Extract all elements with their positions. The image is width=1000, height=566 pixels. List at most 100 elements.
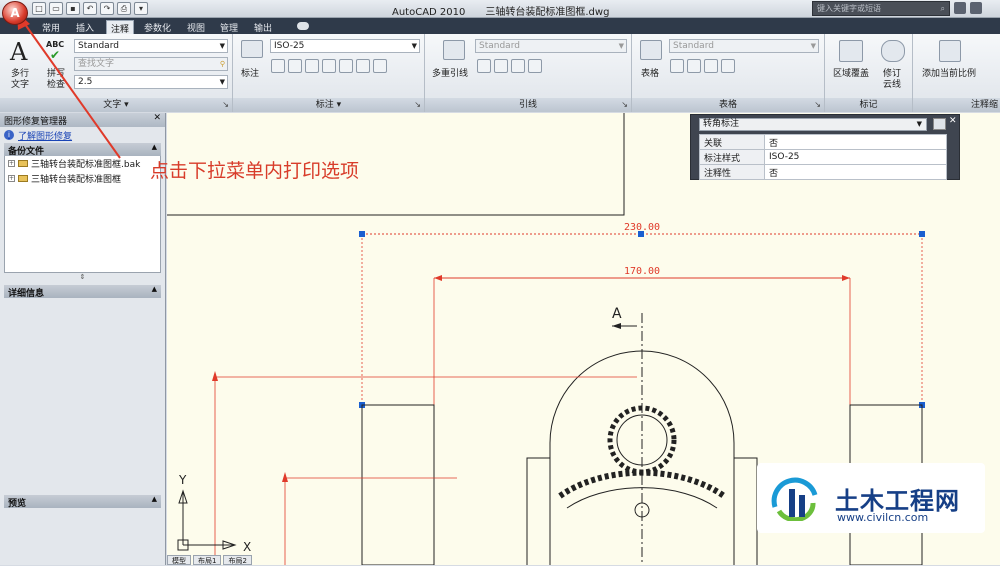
markup-panel-title[interactable]: 标记: [825, 98, 912, 112]
learn-recovery-link[interactable]: i 了解图形修复: [0, 127, 165, 143]
folder-icon: [18, 175, 28, 182]
civilcn-logo-icon: [771, 477, 818, 521]
revcloud-label-2[interactable]: 云线: [883, 77, 901, 90]
text-panel-title[interactable]: 文字 ▾ ↘: [0, 98, 232, 112]
table-panel-title[interactable]: 表格 ↘: [632, 98, 824, 112]
tab-model[interactable]: 模型: [167, 555, 191, 565]
multileader-icon[interactable]: [443, 40, 465, 60]
select-objects-icon[interactable]: [933, 118, 946, 130]
table-tools: [670, 59, 735, 73]
link-data-icon[interactable]: [670, 59, 684, 73]
revcloud-icon[interactable]: [881, 40, 905, 62]
prop-value[interactable]: 否: [764, 164, 947, 180]
section-arrow-head: [612, 323, 621, 329]
wipeout-label[interactable]: 区域覆盖: [833, 66, 869, 79]
grip: [359, 231, 365, 237]
grip: [919, 231, 925, 237]
backup-files-header[interactable]: 备份文件 ▲: [4, 143, 161, 157]
close-icon[interactable]: ✕: [949, 116, 957, 126]
tab-home[interactable]: 常用: [38, 20, 64, 34]
leader-tools: [477, 59, 542, 73]
tab-layout2[interactable]: 布局2: [223, 555, 252, 565]
splitter-handle[interactable]: ⇕: [0, 273, 165, 285]
save-icon[interactable]: ▪: [66, 2, 80, 15]
tab-parametric[interactable]: 参数化: [140, 20, 175, 34]
markup-panel: 区域覆盖 修订 云线 标记: [825, 34, 913, 112]
table-row[interactable]: 关联否: [699, 134, 947, 150]
plot-icon[interactable]: ⎙: [117, 2, 131, 15]
search-input[interactable]: 键入关键字或短语 ⌕: [812, 1, 950, 16]
dimension-panel-title[interactable]: 标注 ▾ ↘: [233, 98, 424, 112]
spell-check-label-2[interactable]: 检查: [47, 77, 65, 90]
continue-dim-icon[interactable]: [288, 59, 302, 73]
annotation-scaling-panel: 添加当前比例 注释缩: [913, 34, 1000, 112]
inspect-icon[interactable]: [339, 59, 353, 73]
table-style-select[interactable]: Standard ▼: [669, 39, 819, 53]
jogged-line-icon[interactable]: [356, 59, 370, 73]
prop-value[interactable]: ISO-25: [764, 149, 947, 165]
dim-break-icon[interactable]: [322, 59, 336, 73]
details-header[interactable]: 详细信息 ▲: [4, 285, 161, 299]
undo-icon[interactable]: ↶: [83, 2, 97, 15]
prop-value[interactable]: 否: [764, 134, 947, 150]
dim-space-icon[interactable]: [305, 59, 319, 73]
table-label[interactable]: 表格: [641, 66, 659, 79]
quick-dim-icon[interactable]: [271, 59, 285, 73]
text-height-select[interactable]: 2.5 ▼: [74, 75, 228, 89]
tab-view[interactable]: 视图: [183, 20, 209, 34]
quick-properties-palette: 转角标注 ▼ ✕ 关联否 标注样式 ISO-25 注释性否: [690, 114, 960, 180]
prop-key: 注释性: [699, 164, 765, 180]
table-row[interactable]: 注释性否: [699, 164, 947, 180]
prop-key: 关联: [699, 134, 765, 150]
mleader-style-select[interactable]: Standard ▼: [475, 39, 627, 53]
tab-annotate[interactable]: 注释: [106, 20, 135, 35]
extract-data-icon[interactable]: [687, 59, 701, 73]
info-icon: i: [4, 130, 14, 140]
dimension-icon[interactable]: [241, 40, 263, 58]
qat-dropdown-icon[interactable]: ▾: [134, 2, 148, 15]
redo-icon[interactable]: ↷: [100, 2, 114, 15]
open-icon[interactable]: ▭: [49, 2, 63, 15]
annoscale-panel-title[interactable]: 注释缩: [913, 98, 1000, 112]
tab-output[interactable]: 输出: [250, 20, 276, 34]
object-type-select[interactable]: 转角标注 ▼: [699, 118, 927, 131]
new-icon[interactable]: □: [32, 2, 46, 15]
tab-insert[interactable]: 插入: [72, 20, 98, 34]
list-item[interactable]: + 三轴转台装配标准图框: [5, 171, 160, 186]
multiline-text-icon[interactable]: A: [10, 38, 27, 66]
search-icon[interactable]: ⌕: [941, 4, 945, 14]
tab-layout1[interactable]: 布局1: [193, 555, 222, 565]
table-row[interactable]: 标注样式 ISO-25: [699, 149, 947, 165]
wrench-icon[interactable]: [970, 2, 982, 14]
add-scale-icon[interactable]: [939, 40, 961, 62]
multiline-text-label-2[interactable]: 文字: [11, 77, 29, 90]
text-panel: A 多行 文字 ABC ✔ 拼写 检查 Standard ▼ 查找文字 ⚲ 2.5 ▼…: [0, 34, 233, 112]
list-item[interactable]: + 三轴转台装配标准图框.bak: [5, 156, 160, 171]
expand-icon: +: [8, 160, 15, 167]
application-menu-button[interactable]: A: [2, 1, 28, 25]
dimension-label[interactable]: 标注: [241, 66, 259, 79]
binoculars-icon[interactable]: [954, 2, 966, 14]
multileader-label[interactable]: 多重引线: [432, 66, 468, 79]
tab-manage[interactable]: 管理: [216, 20, 242, 34]
table-icon[interactable]: [640, 40, 662, 60]
ucs-x-label: X: [243, 540, 251, 554]
align-leader-icon[interactable]: [511, 59, 525, 73]
leader-arrow-2: [282, 472, 288, 482]
find-text-input[interactable]: 查找文字 ⚲: [74, 57, 228, 71]
text-style-select[interactable]: Standard ▼: [74, 39, 228, 53]
add-scale-label[interactable]: 添加当前比例: [922, 66, 976, 79]
preview-header[interactable]: 预览 ▲: [4, 495, 161, 509]
add-leader-icon[interactable]: [477, 59, 491, 73]
upload-icon[interactable]: [721, 59, 735, 73]
leader-panel-title[interactable]: 引线 ↘: [425, 98, 631, 112]
wipeout-icon[interactable]: [839, 40, 863, 62]
download-icon[interactable]: [704, 59, 718, 73]
dim-style-select[interactable]: ISO-25 ▼: [270, 39, 420, 53]
check-mark-icon: ✔: [50, 48, 61, 62]
collect-leader-icon[interactable]: [528, 59, 542, 73]
ribbon-toggle-icon[interactable]: [297, 22, 309, 30]
remove-leader-icon[interactable]: [494, 59, 508, 73]
oblique-icon[interactable]: [373, 59, 387, 73]
close-icon[interactable]: ✕: [153, 113, 161, 123]
